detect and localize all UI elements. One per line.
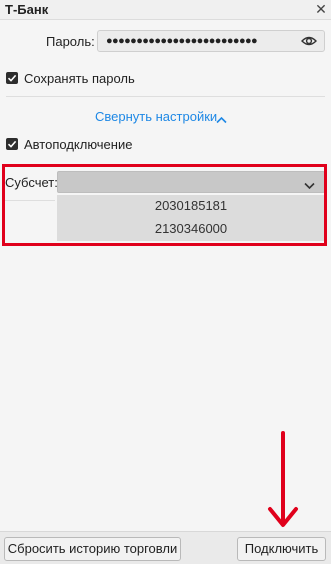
eye-icon[interactable]: [301, 34, 317, 48]
close-icon[interactable]: ✕: [314, 1, 328, 17]
window-title: Т-Банк: [5, 2, 49, 17]
password-field[interactable]: ●●●●●●●●●●●●●●●●●●●●●●●●●: [97, 30, 325, 52]
title-bar: Т-Банк ✕: [0, 0, 331, 20]
chevron-up-icon: [216, 112, 227, 127]
password-label: Пароль:: [46, 34, 95, 49]
red-arrow-icon: [266, 431, 300, 534]
divider: [6, 96, 325, 97]
autoconnect-checkbox[interactable]: Автоподключение: [6, 137, 166, 153]
reset-history-button[interactable]: Сбросить историю торговли: [4, 537, 181, 561]
save-password-label: Сохранять пароль: [24, 71, 135, 86]
password-value: ●●●●●●●●●●●●●●●●●●●●●●●●●: [106, 35, 258, 47]
highlight-box: [2, 164, 327, 246]
checkbox-checked-icon: [6, 138, 18, 150]
checkbox-checked-icon: [6, 72, 18, 84]
autoconnect-label: Автоподключение: [24, 137, 133, 152]
collapse-settings-link[interactable]: Свернуть настройки: [95, 109, 235, 125]
collapse-settings-label: Свернуть настройки: [95, 109, 218, 124]
connect-button[interactable]: Подключить: [237, 537, 326, 561]
save-password-checkbox[interactable]: Сохранять пароль: [6, 71, 166, 87]
